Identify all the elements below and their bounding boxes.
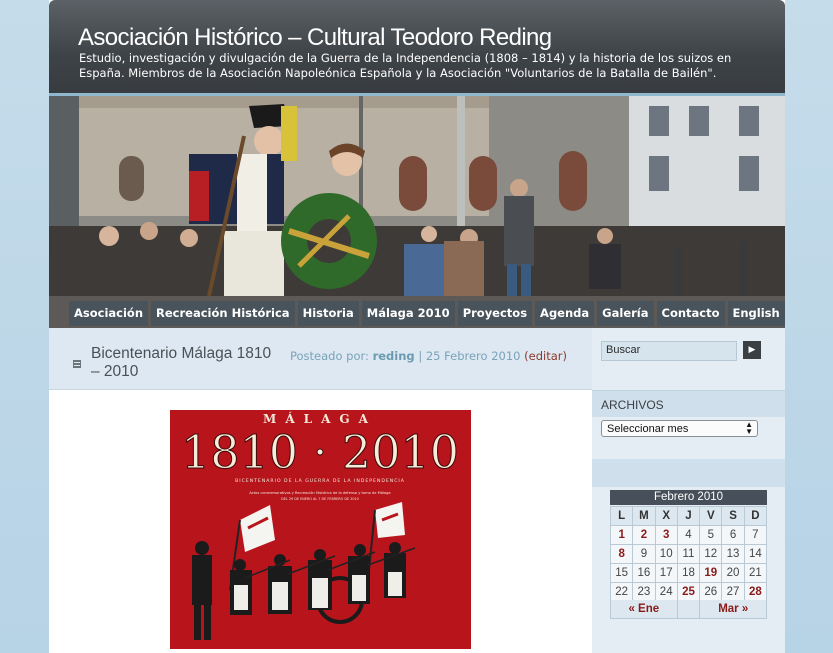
calendar-day: 24: [655, 583, 677, 601]
calendar-day-header: S: [722, 507, 744, 525]
arrow-right-icon: ▶: [748, 345, 756, 355]
nav-item-galeria[interactable]: Galería: [597, 301, 654, 326]
main-navigation: Asociación Recreación Histórica Historia…: [69, 301, 785, 326]
calendar-day-header: V: [700, 507, 722, 525]
calendar-widget-header: [592, 459, 785, 487]
calendar-nav-spacer: [677, 600, 700, 618]
poster-line2: DEL 29 DE ENERO AL 7 DE FEBRERO DE 2010: [281, 497, 359, 501]
select-arrows-icon: ▲ ▼: [745, 420, 753, 436]
calendar-day-link[interactable]: 3: [655, 526, 677, 544]
poster-city: MÁLAGA: [263, 411, 377, 426]
header-banner-photo: [49, 96, 785, 328]
archive-widget-title: ARCHIVOS: [601, 398, 664, 412]
post-title[interactable]: Bicentenario Málaga 1810 – 2010: [91, 345, 281, 381]
calendar-day: 9: [633, 545, 655, 563]
calendar-day: 15: [611, 564, 633, 582]
calendar-day-header: L: [611, 507, 633, 525]
calendar-day: 23: [633, 583, 655, 601]
nav-item-proyectos[interactable]: Proyectos: [457, 301, 533, 326]
calendar-day: 26: [700, 583, 722, 601]
calendar-caption: Febrero 2010: [610, 490, 767, 505]
calendar-day: 4: [677, 526, 700, 544]
malaga-poster: MÁLAGA 1810 · 2010 BICENTENARIO DE LA GU…: [170, 410, 471, 649]
calendar-day: 12: [700, 545, 722, 563]
post-header: Bicentenario Málaga 1810 – 2010 Posteado…: [49, 328, 592, 390]
post-meta: Posteado por: reding | 25 Febrero 2010 (…: [290, 349, 567, 363]
banner-photo-illustration: [49, 96, 785, 328]
calendar-day: 22: [611, 583, 633, 601]
calendar-day-link[interactable]: 1: [611, 526, 633, 544]
calendar-day: 7: [744, 526, 766, 544]
calendar-day: 10: [655, 545, 677, 563]
search-submit-button[interactable]: ▶: [743, 341, 761, 359]
calendar-day-link[interactable]: 25: [677, 583, 700, 601]
site-header: Asociación Histórico – Cultural Teodoro …: [49, 0, 785, 96]
calendar-day: 13: [722, 545, 744, 563]
site-description: Estudio, investigación y divulgación de …: [79, 51, 732, 80]
page-wrapper: Asociación Histórico – Cultural Teodoro …: [49, 0, 785, 653]
site-title[interactable]: Asociación Histórico – Cultural Teodoro …: [78, 24, 552, 52]
calendar-day-link[interactable]: 28: [744, 583, 766, 601]
meta-separator: |: [418, 349, 423, 363]
post-author-link[interactable]: reding: [373, 349, 415, 363]
calendar-day: 20: [722, 564, 744, 582]
calendar-day: 14: [744, 545, 766, 563]
nav-item-contacto[interactable]: Contacto: [656, 301, 725, 326]
calendar-day-header: D: [744, 507, 766, 525]
calendar-day: 11: [677, 545, 700, 563]
nav-item-asociacion[interactable]: Asociación: [69, 301, 149, 326]
nav-item-recreacion-historica[interactable]: Recreación Histórica: [151, 301, 295, 326]
calendar-navigation: « Ene Mar »: [610, 600, 767, 619]
calendar-day-link[interactable]: 2: [633, 526, 655, 544]
calendar-day: 17: [655, 564, 677, 582]
posted-by-label: Posteado por:: [290, 349, 369, 363]
nav-item-agenda[interactable]: Agenda: [535, 301, 595, 326]
calendar-next-link[interactable]: Mar »: [700, 600, 766, 618]
nav-item-english[interactable]: English: [727, 301, 785, 326]
calendar-day: 27: [722, 583, 744, 601]
poster-line1: Actos conmemorativos y Recreación Histór…: [249, 491, 390, 495]
post-poster-image[interactable]: MÁLAGA 1810 · 2010 BICENTENARIO DE LA GU…: [170, 410, 471, 649]
sidebar: Buscar ▶ ARCHIVOS Seleccionar mes ▲ ▼ Feb…: [592, 328, 785, 653]
calendar-prev-link[interactable]: « Ene: [611, 600, 677, 618]
nav-item-malaga-2010[interactable]: Málaga 2010: [361, 301, 455, 326]
archive-select-value: Seleccionar mes: [607, 423, 689, 435]
calendar-day: 18: [677, 564, 700, 582]
calendar-day-header: M: [633, 507, 655, 525]
calendar-day-header: J: [677, 507, 700, 525]
calendar-day: 5: [700, 526, 722, 544]
calendar-grid: L M X J V S D 1 2 3 4 5 6 7 8 9 10 11 12 13 14 15 16 17 18 19 20 21…: [610, 506, 767, 602]
archive-widget-header: ARCHIVOS: [592, 390, 785, 417]
edit-post-link[interactable]: (editar): [524, 349, 567, 363]
calendar-day-link[interactable]: 8: [611, 545, 633, 563]
search-input[interactable]: Buscar: [601, 341, 737, 361]
calendar-day: 21: [744, 564, 766, 582]
post-list-icon: [73, 360, 81, 368]
nav-item-historia[interactable]: Historia: [297, 301, 359, 326]
archive-month-select[interactable]: Seleccionar mes ▲ ▼: [601, 420, 758, 437]
calendar-day: 6: [722, 526, 744, 544]
calendar-day-header: X: [655, 507, 677, 525]
calendar-day: 16: [633, 564, 655, 582]
calendar-day-link[interactable]: 19: [700, 564, 722, 582]
post-date: 25 Febrero 2010: [425, 349, 521, 363]
poster-years: 1810 · 2010: [181, 425, 459, 479]
poster-subtitle: BICENTENARIO DE LA GUERRA DE LA INDEPEND…: [235, 478, 405, 484]
